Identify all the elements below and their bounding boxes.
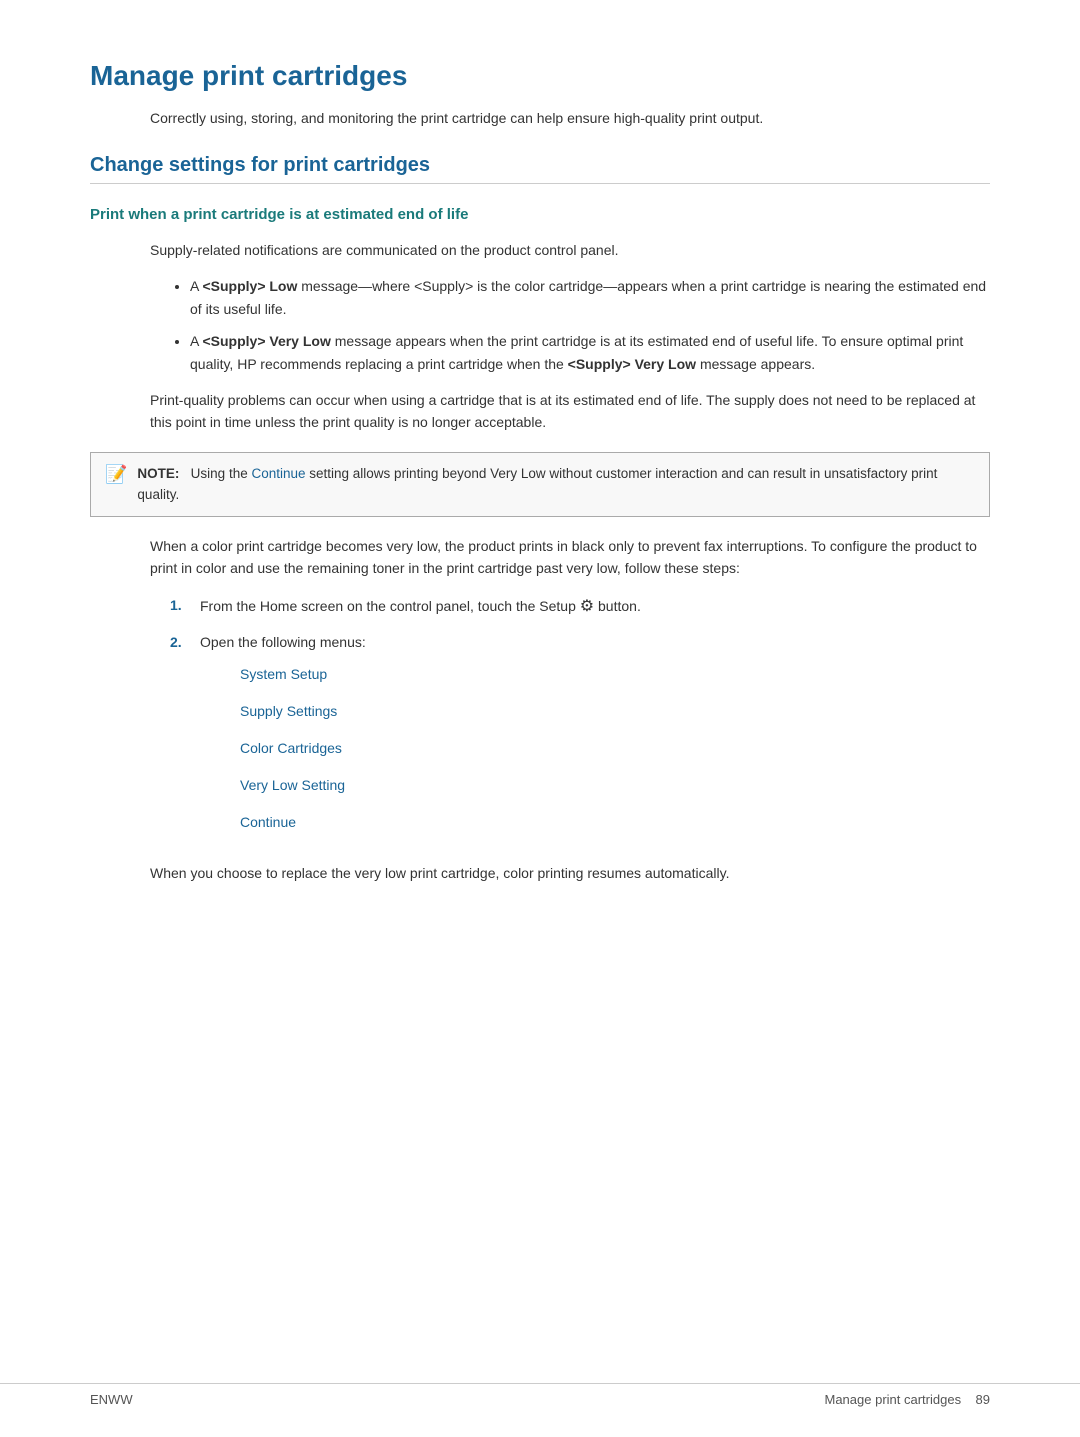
step-num-1: 1.: [170, 594, 190, 620]
body-text-2: Print-quality problems can occur when us…: [150, 389, 990, 434]
menu-list: System Setup Supply Settings Color Cartr…: [240, 662, 366, 836]
subsection1-heading: Print when a print cartridge is at estim…: [90, 206, 990, 223]
note-label: NOTE:: [137, 466, 179, 481]
menu-item-4[interactable]: Very Low Setting: [240, 773, 366, 798]
setup-icon: ⚙: [580, 594, 594, 620]
steps-list: 1. From the Home screen on the control p…: [170, 594, 990, 848]
step-num-2: 2.: [170, 631, 190, 847]
section1-heading: Change settings for print cartridges: [90, 154, 990, 184]
note-icon: 📝: [105, 464, 127, 485]
step-1-text: From the Home screen on the control pane…: [200, 594, 641, 620]
body-text-1: Supply-related notifications are communi…: [150, 239, 990, 261]
bullet-item-2: A <Supply> Very Low message appears when…: [190, 330, 990, 375]
body-text-4: When you choose to replace the very low …: [150, 862, 990, 884]
step-2: 2. Open the following menus: System Setu…: [170, 631, 990, 847]
bullet-item-1: A <Supply> Low message—where <Supply> is…: [190, 275, 990, 320]
step-2-text: Open the following menus: System Setup S…: [200, 631, 366, 847]
footer-left: ENWW: [90, 1392, 133, 1407]
step-1: 1. From the Home screen on the control p…: [170, 594, 990, 620]
body-text-3: When a color print cartridge becomes ver…: [150, 535, 990, 580]
footer: ENWW Manage print cartridges 89: [0, 1383, 1080, 1407]
menu-item-2[interactable]: Supply Settings: [240, 699, 366, 724]
menu-item-5[interactable]: Continue: [240, 810, 366, 835]
bullet-list-1: A <Supply> Low message—where <Supply> is…: [190, 275, 990, 375]
note-text: NOTE: Using the Continue setting allows …: [137, 463, 975, 506]
menu-item-1[interactable]: System Setup: [240, 662, 366, 687]
footer-right: Manage print cartridges 89: [825, 1392, 991, 1407]
intro-text: Correctly using, storing, and monitoring…: [150, 110, 990, 126]
page-title: Manage print cartridges: [90, 60, 990, 92]
note-box: 📝 NOTE: Using the Continue setting allow…: [90, 452, 990, 517]
note-link[interactable]: Continue: [251, 466, 305, 481]
menu-item-3[interactable]: Color Cartridges: [240, 736, 366, 761]
